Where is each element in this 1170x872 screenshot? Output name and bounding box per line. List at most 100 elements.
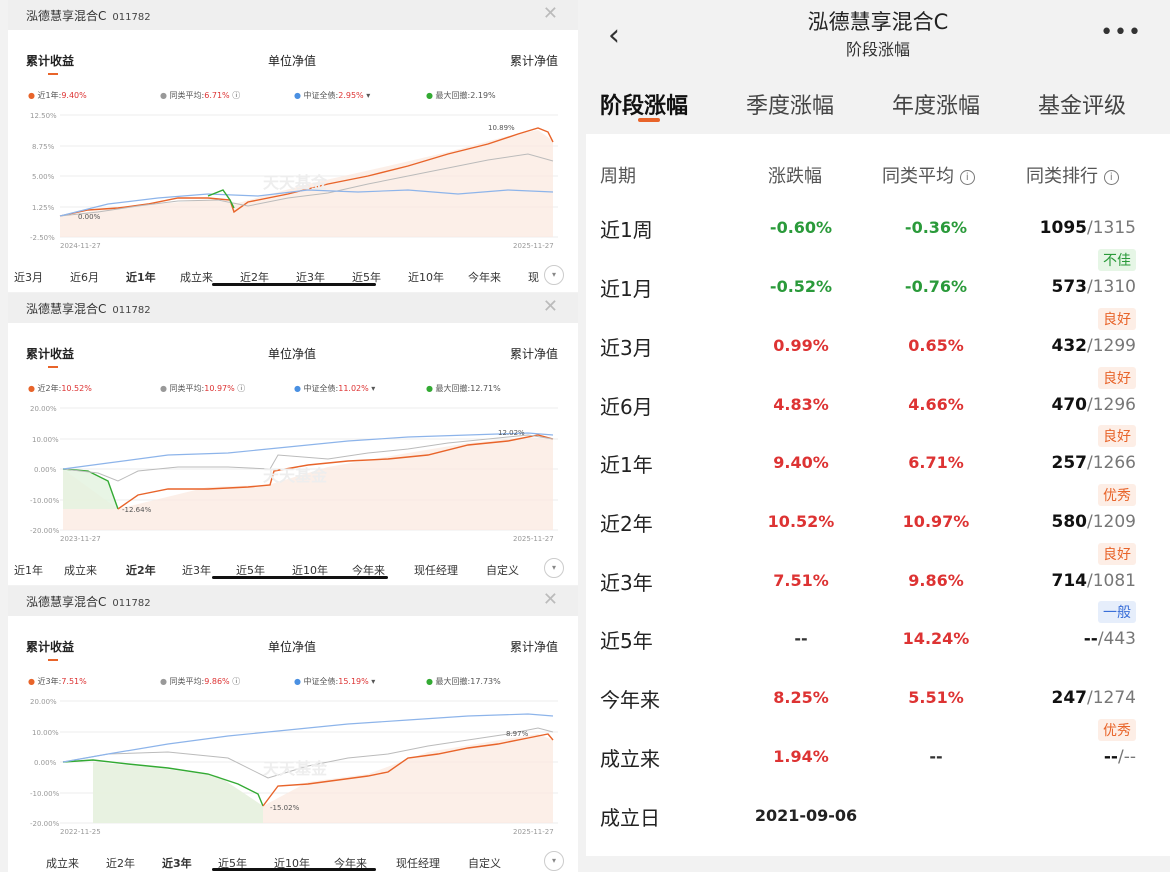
info-icon[interactable]: i [959, 170, 975, 185]
dropdown-icon: ▾ [371, 384, 376, 393]
tab-fund-rating[interactable]: 基金评级 [1038, 88, 1126, 120]
rating-badge: 不佳 [1098, 249, 1136, 271]
chart-mode-tabs: 累计收益 单位净值 累计净值 [8, 638, 578, 658]
fund-code: 011782 [112, 598, 151, 609]
table-row: 近1周 -0.60% -0.36% 1095/1315 [586, 198, 1170, 256]
tab-unit-nav[interactable]: 单位净值 [268, 52, 316, 69]
tab-cumulative-return[interactable]: 累计收益 [26, 345, 74, 362]
period-option[interactable]: 近10年 [408, 269, 444, 285]
rating-badge: 优秀 [1098, 719, 1136, 741]
period-cell: 近1周 [600, 218, 653, 242]
y-tick: 0.00% [34, 759, 57, 767]
period-option[interactable]: 近3月 [14, 269, 43, 285]
legend-index[interactable]: ● 中证全债:11.02% ▾ [294, 383, 375, 394]
tab-cumulative-nav[interactable]: 累计净值 [510, 345, 558, 362]
avg-cell: 6.71% [908, 453, 964, 472]
watermark: 天天基金 [263, 466, 328, 485]
y-tick: -10.00% [30, 790, 60, 798]
change-cell: 1.94% [773, 747, 829, 766]
change-cell: 4.83% [773, 395, 829, 414]
period-option[interactable]: 现 [528, 269, 539, 285]
avg-cell: 14.24% [902, 629, 970, 648]
close-icon[interactable]: ✕ [543, 3, 558, 24]
tab-unit-nav[interactable]: 单位净值 [268, 638, 316, 655]
table-row: 近2年 10.52% 10.97% 580/1209 优秀 [586, 484, 1170, 550]
tab-unit-nav[interactable]: 单位净值 [268, 345, 316, 362]
rank-cell: 432/1299 [1051, 336, 1137, 356]
period-option[interactable]: 现任经理 [396, 855, 440, 871]
period-option-selected[interactable]: 近1年 [126, 269, 156, 285]
period-cell: 今年来 [600, 688, 660, 712]
change-cell: 10.52% [767, 512, 835, 531]
col-header-period: 周期 [600, 166, 636, 187]
close-icon[interactable]: ✕ [543, 296, 558, 317]
period-option[interactable]: 现任经理 [414, 562, 458, 578]
rank-cell: 1095/1315 [1039, 218, 1136, 238]
rank-cell: 247/1274 [1051, 688, 1137, 708]
table-row: 近3月 0.99% 0.65% 432/1299 良好 [586, 308, 1170, 374]
bottom-bar [586, 856, 1170, 872]
rating-badge: 良好 [1098, 425, 1136, 447]
period-cell: 近3月 [600, 336, 653, 360]
legend-index[interactable]: ● 中证全债:2.95% ▾ [294, 90, 370, 101]
period-option[interactable]: 成立来 [64, 562, 97, 578]
more-periods-icon[interactable]: ▾ [544, 851, 564, 871]
rating-badge: 一般 [1098, 601, 1136, 623]
more-options-icon[interactable]: ••• [1100, 20, 1142, 45]
rank-cell: --/443 [1083, 629, 1136, 649]
tab-cumulative-return[interactable]: 累计收益 [26, 52, 74, 69]
more-periods-icon[interactable]: ▾ [544, 558, 564, 578]
inception-date: 2021-09-06 [754, 806, 858, 825]
period-cell: 近5年 [600, 629, 653, 653]
period-option-selected[interactable]: 近3年 [162, 855, 192, 871]
avg-cell: 0.65% [908, 336, 964, 355]
legend-index[interactable]: ● 中证全债:15.19% ▾ [294, 676, 375, 687]
more-periods-icon[interactable]: ▾ [544, 265, 564, 285]
period-option[interactable]: 近2年 [106, 855, 135, 871]
annotation-low: -15.02% [270, 804, 300, 812]
period-option[interactable]: 成立来 [46, 855, 79, 871]
tab-underline [638, 118, 660, 122]
period-option[interactable]: 近1年 [14, 562, 43, 578]
fund-code: 011782 [112, 305, 151, 316]
y-tick: 12.50% [30, 112, 57, 120]
col-header-rank: 同类排行 i [1026, 162, 1119, 188]
rank-cell: 257/1266 [1051, 453, 1137, 473]
period-cell: 近6月 [600, 395, 653, 419]
table-row: 近6月 4.83% 4.66% 470/1296 良好 [586, 367, 1170, 433]
dropdown-icon: ▾ [366, 91, 371, 100]
y-tick: 8.75% [32, 143, 55, 151]
tab-cumulative-nav[interactable]: 累计净值 [510, 52, 558, 69]
returns-tabs: 阶段涨幅 季度涨幅 年度涨幅 基金评级 [586, 68, 1170, 134]
chart-panel-3y: 泓德慧享混合C 011782 ✕ 累计收益 单位净值 累计净值 ● 近3年:7.5… [8, 586, 578, 872]
panel-header: 泓德慧享混合C 011782 ✕ [8, 586, 578, 616]
rating-badge: 良好 [1098, 543, 1136, 565]
period-option[interactable]: 近6月 [70, 269, 99, 285]
table-row: 成立来 1.94% -- --/-- 优秀 [586, 719, 1170, 785]
period-option[interactable]: 今年来 [468, 269, 501, 285]
tab-cumulative-return[interactable]: 累计收益 [26, 638, 74, 655]
scroll-indicator [212, 576, 388, 579]
tab-annual-returns[interactable]: 年度涨幅 [892, 88, 980, 120]
annotation-low: 0.00% [78, 213, 101, 221]
close-icon[interactable]: ✕ [543, 589, 558, 610]
x-date-start: 2022-11-25 [60, 828, 101, 836]
period-option[interactable]: 自定义 [468, 855, 501, 871]
period-option[interactable]: 近3年 [182, 562, 211, 578]
legend-main: ● 近3年:7.51% [28, 677, 87, 686]
info-icon[interactable]: i [1103, 170, 1119, 185]
avg-cell: -0.76% [904, 277, 968, 296]
tab-stage-returns[interactable]: 阶段涨幅 [600, 88, 688, 120]
tab-cumulative-nav[interactable]: 累计净值 [510, 638, 558, 655]
period-option[interactable]: 自定义 [486, 562, 519, 578]
change-cell: -0.52% [769, 277, 833, 296]
rating-badge: 良好 [1098, 308, 1136, 330]
table-row: 近3年 7.51% 9.86% 714/1081 良好 [586, 543, 1170, 609]
period-option-selected[interactable]: 近2年 [126, 562, 156, 578]
y-tick: -20.00% [30, 820, 60, 828]
tab-quarterly-returns[interactable]: 季度涨幅 [746, 88, 834, 120]
period-option[interactable]: 成立来 [180, 269, 213, 285]
rank-cell: 580/1209 [1051, 512, 1137, 532]
info-icon: ⓘ [237, 384, 246, 393]
fund-code: 011782 [112, 12, 151, 23]
